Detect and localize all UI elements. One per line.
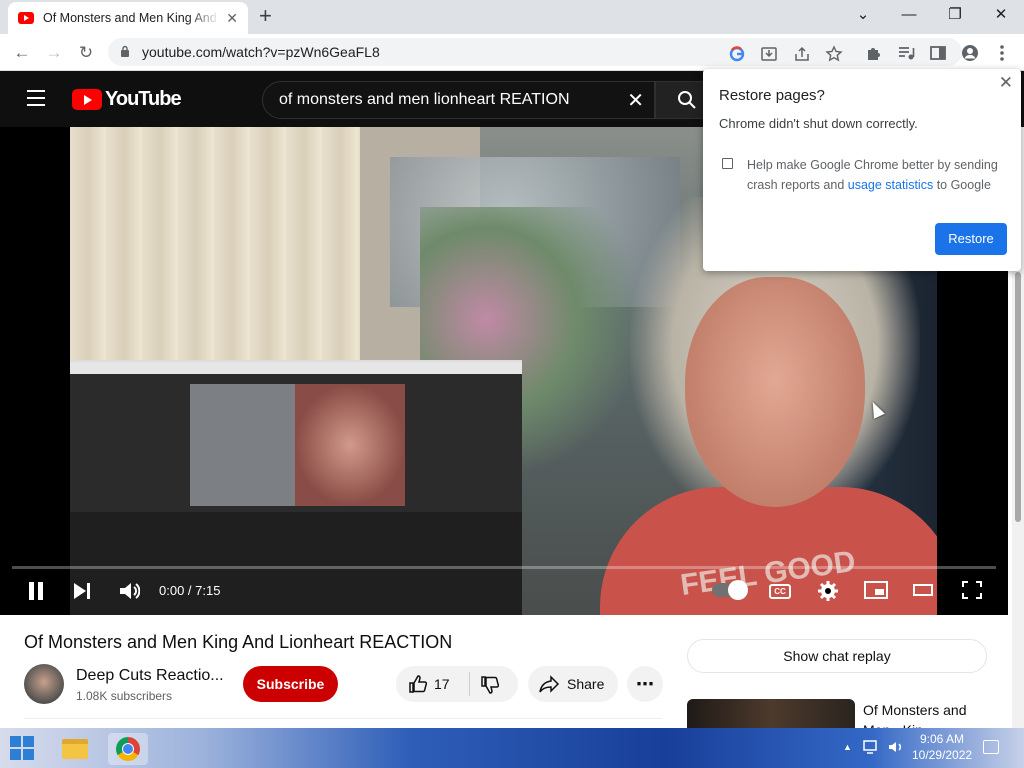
theater-mode-button[interactable]: [913, 584, 933, 596]
address-bar[interactable]: youtube.com/watch?v=pzWn6GeaFL8: [108, 38, 962, 66]
dislike-icon[interactable]: [480, 675, 500, 695]
subscriber-count: 1.08K subscribers: [76, 689, 173, 703]
url-text[interactable]: youtube.com/watch?v=pzWn6GeaFL8: [142, 44, 380, 60]
forward-button[interactable]: →: [41, 40, 67, 66]
back-button[interactable]: ←: [9, 40, 35, 66]
restore-pages-dialog: ✕ Restore pages? Chrome didn't shut down…: [703, 69, 1021, 271]
extensions-icon[interactable]: [864, 43, 884, 63]
obs-window-overlay: [70, 360, 522, 615]
more-actions-button[interactable]: ⋯: [627, 666, 663, 702]
bookmark-star-icon[interactable]: [825, 45, 843, 63]
browser-tab[interactable]: Of Monsters and Men King And Lionheart R…: [8, 2, 248, 34]
curtain: [70, 127, 360, 367]
speaker-icon[interactable]: [887, 738, 905, 756]
dialog-title: Restore pages?: [719, 87, 825, 104]
related-video-thumbnail[interactable]: [687, 699, 855, 729]
clock-time: 9:06 AM: [919, 732, 965, 746]
clock-date: 10/29/2022: [912, 748, 973, 762]
media-icon[interactable]: [896, 43, 916, 63]
tray-overflow-icon[interactable]: ▲: [843, 742, 852, 752]
share-icon[interactable]: [793, 45, 811, 63]
time-display: 0:00 / 7:15: [159, 583, 221, 598]
volume-icon[interactable]: [118, 579, 140, 603]
hamburger-menu-icon[interactable]: [27, 90, 45, 111]
lock-icon[interactable]: [120, 45, 130, 57]
usage-stats-checkbox[interactable]: [722, 158, 733, 169]
clear-search-icon[interactable]: ✕: [627, 88, 644, 113]
side-panel-icon[interactable]: [928, 43, 948, 63]
captions-button[interactable]: CC: [769, 584, 791, 599]
usage-statistics-link[interactable]: usage statistics: [848, 178, 933, 192]
install-icon[interactable]: [760, 45, 778, 63]
browser-toolbar: ← → ↻ youtube.com/watch?v=pzWn6GeaFL8: [0, 34, 1024, 71]
chrome-taskbar-button[interactable]: [108, 733, 148, 765]
reload-button[interactable]: ↻: [73, 40, 99, 66]
windows-start-icon[interactable]: [10, 736, 34, 760]
tab-title: Of Monsters and Men King And Lionheart R…: [43, 11, 220, 25]
chrome-icon: [116, 737, 140, 761]
windows-taskbar: ▲: [0, 728, 1024, 768]
like-count[interactable]: 17: [434, 676, 450, 692]
notification-icon[interactable]: [983, 740, 999, 754]
profile-icon[interactable]: [960, 43, 980, 63]
window-close-button[interactable]: ✕: [978, 4, 1024, 26]
more-actions-icon: ⋯: [636, 674, 654, 694]
fullscreen-button[interactable]: [962, 581, 982, 599]
minimize-button[interactable]: —: [886, 4, 932, 26]
share-arrow-icon: [539, 675, 560, 693]
channel-avatar[interactable]: [24, 664, 64, 704]
youtube-logo[interactable]: YouTube: [72, 88, 182, 111]
maximize-button[interactable]: ❐: [932, 4, 978, 26]
youtube-wordmark: YouTube: [105, 88, 182, 110]
menu-icon[interactable]: [992, 43, 1012, 63]
miniplayer-button[interactable]: [864, 581, 888, 599]
scrollbar-thumb[interactable]: [1015, 272, 1021, 522]
search-query-text[interactable]: of monsters and men lionheart REATION: [279, 91, 570, 109]
obs-preview: [190, 384, 405, 506]
tab-close-icon[interactable]: ✕: [226, 10, 238, 27]
tab-strip: Of Monsters and Men King And Lionheart R…: [0, 0, 1024, 34]
like-dislike-group: 17: [396, 666, 518, 702]
subscribe-button[interactable]: Subscribe: [243, 666, 338, 702]
file-explorer-icon[interactable]: [62, 739, 88, 759]
taskbar-clock[interactable]: 9:06 AM 10/29/2022: [912, 731, 972, 763]
youtube-play-icon: [72, 89, 102, 110]
youtube-favicon-icon: [18, 12, 34, 24]
presenter-face: [685, 277, 865, 507]
description-box: [24, 718, 662, 728]
new-tab-button[interactable]: +: [259, 5, 272, 27]
share-button[interactable]: Share: [528, 666, 618, 702]
google-icon[interactable]: [728, 45, 746, 63]
usage-stats-text-end: to Google: [933, 178, 991, 192]
search-button[interactable]: [655, 81, 705, 119]
dialog-close-icon[interactable]: ✕: [999, 73, 1013, 93]
show-chat-replay-button[interactable]: Show chat replay: [687, 639, 987, 673]
channel-name[interactable]: Deep Cuts Reactio...: [76, 667, 224, 685]
like-divider: [469, 672, 470, 696]
search-input[interactable]: of monsters and men lionheart REATION ✕: [262, 81, 655, 119]
obs-menubar: [70, 362, 522, 374]
progress-bar[interactable]: [12, 566, 996, 569]
settings-gear-icon[interactable]: [817, 579, 839, 603]
autoplay-toggle[interactable]: [712, 580, 748, 600]
pause-icon[interactable]: [26, 579, 46, 603]
autoplay-knob: [728, 580, 748, 600]
usage-stats-label: Help make Google Chrome better by sendin…: [747, 155, 1009, 195]
restore-button[interactable]: Restore: [935, 223, 1007, 255]
share-label: Share: [567, 676, 605, 692]
tab-search-button[interactable]: ⌄: [840, 4, 886, 26]
network-icon[interactable]: [862, 738, 880, 756]
video-title: Of Monsters and Men King And Lionheart R…: [24, 632, 453, 652]
like-icon[interactable]: [408, 674, 428, 694]
next-video-icon[interactable]: [72, 579, 92, 603]
dialog-message: Chrome didn't shut down correctly.: [719, 116, 918, 131]
search-icon: [678, 91, 696, 109]
